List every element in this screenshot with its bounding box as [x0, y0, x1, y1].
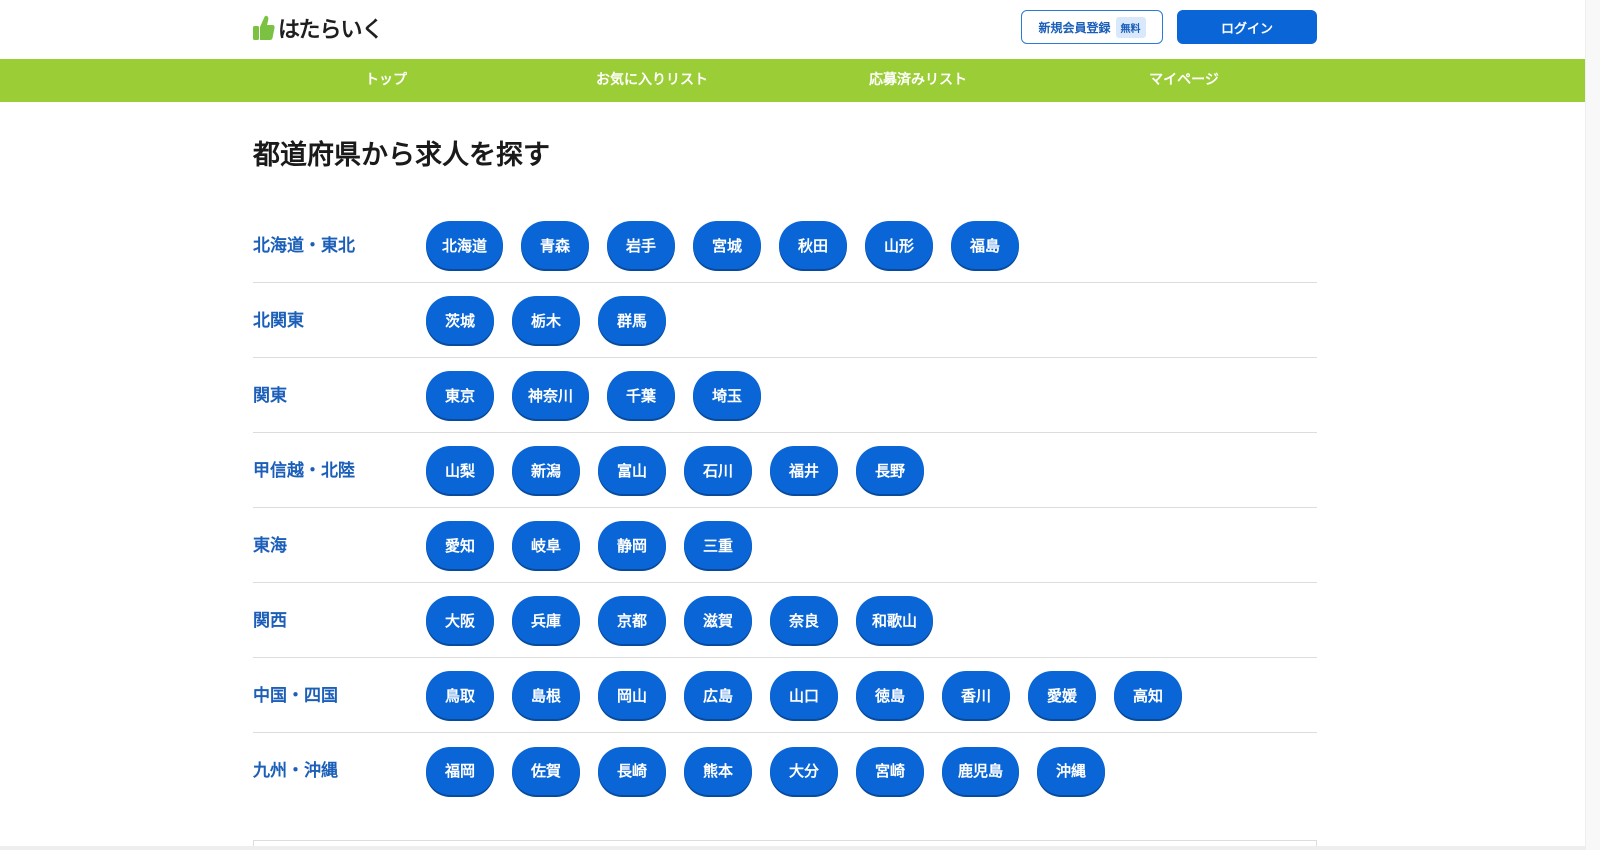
nav-item[interactable]: 応募済みリスト [785, 59, 1051, 102]
prefecture-list: 愛知 岐阜 静岡 三重 [426, 521, 752, 569]
prefecture-button[interactable]: 山形 [865, 221, 934, 269]
nav-item[interactable]: お気に入りリスト [519, 59, 785, 102]
region-row: 東海 愛知 岐阜 静岡 三重 [253, 508, 1317, 583]
nav-item[interactable]: マイページ [1051, 59, 1317, 102]
prefecture-button[interactable]: 宮城 [693, 221, 762, 269]
prefecture-button[interactable]: 群馬 [598, 296, 666, 344]
region-row: 北海道・東北 北海道 青森 岩手 宮城 秋田 山形 福島 [253, 208, 1317, 283]
prefecture-button[interactable]: 京都 [598, 596, 666, 644]
prefecture-button[interactable]: 茨城 [426, 296, 494, 344]
region-label: 九州・沖縄 [253, 761, 338, 781]
login-button[interactable]: ログイン [1177, 10, 1317, 44]
prefecture-button[interactable]: 大分 [770, 746, 838, 795]
site-header: はたらいく 新規会員登録 無料 ログイン [0, 0, 1600, 59]
header-actions: 新規会員登録 無料 ログイン [1021, 10, 1317, 44]
prefecture-button[interactable]: 埼玉 [693, 371, 762, 419]
region-row: 関西 大阪 兵庫 京都 滋賀 奈良 和歌山 [253, 583, 1317, 658]
prefecture-button[interactable]: 香川 [942, 671, 1010, 719]
prefecture-button[interactable]: 長崎 [598, 746, 666, 795]
region-label: 北海道・東北 [253, 235, 355, 256]
logo-text: はたらいく [278, 18, 384, 43]
prefecture-button[interactable]: 三重 [684, 521, 752, 569]
prefecture-button[interactable]: 神奈川 [512, 371, 590, 419]
region-list: 北海道・東北 北海道 青森 岩手 宮城 秋田 山形 福島北関東 茨城 栃木 群馬関東 東京 神奈川 千葉埼… [253, 208, 1317, 808]
site-logo[interactable]: はたらいく [253, 12, 384, 44]
vertical-scrollbar[interactable] [1585, 0, 1600, 850]
prefecture-button[interactable]: 栃木 [512, 296, 580, 344]
prefecture-list: 東京 神奈川 千葉 埼玉 [426, 371, 762, 419]
region-label: 関西 [253, 610, 287, 631]
prefecture-button[interactable]: 青森 [521, 221, 590, 269]
prefecture-button[interactable]: 石川 [684, 446, 752, 494]
prefecture-button[interactable]: 鳥取 [426, 671, 494, 719]
prefecture-button[interactable]: 福井 [770, 446, 838, 494]
prefecture-button[interactable]: 鹿児島 [942, 746, 1020, 795]
page-title: 都道府県から求人を探す [253, 140, 550, 171]
prefecture-button[interactable]: 滋賀 [684, 596, 752, 644]
nav-items: トップ お気に入りリスト 応募済みリスト マイページ [253, 59, 1317, 102]
prefecture-list: 鳥取 島根 岡山 広島 山口 徳島 香川 愛媛 高知 [426, 671, 1182, 719]
prefecture-button[interactable]: 熊本 [684, 746, 752, 795]
prefecture-button[interactable]: 山口 [770, 671, 838, 719]
prefecture-button[interactable]: 新潟 [512, 446, 580, 494]
region-row: 北関東 茨城 栃木 群馬 [253, 283, 1317, 358]
prefecture-button[interactable]: 千葉 [607, 371, 676, 419]
region-row: 中国・四国 鳥取 島根 岡山 広島 山口 徳島 香川 愛媛 高知 [253, 658, 1317, 733]
global-nav: トップ お気に入りリスト 応募済みリスト マイページ [0, 59, 1600, 102]
prefecture-button[interactable]: 静岡 [598, 521, 666, 569]
prefecture-button[interactable]: 福島 [951, 221, 1020, 269]
prefecture-list: 大阪 兵庫 京都 滋賀 奈良 和歌山 [426, 596, 934, 644]
prefecture-list: 北海道 青森 岩手 宮城 秋田 山形 福島 [426, 221, 1020, 269]
prefecture-button[interactable]: 岡山 [598, 671, 666, 719]
region-label: 中国・四国 [253, 685, 338, 706]
prefecture-button[interactable]: 東京 [426, 371, 494, 419]
prefecture-list: 山梨 新潟 富山 石川 福井 長野 [426, 446, 924, 494]
prefecture-button[interactable]: 富山 [598, 446, 666, 494]
prefecture-button[interactable]: 宮崎 [856, 746, 924, 795]
free-badge: 無料 [1115, 16, 1146, 38]
prefecture-button[interactable]: 大阪 [426, 596, 494, 644]
region-label: 東海 [253, 535, 287, 556]
prefecture-button[interactable]: 佐賀 [512, 746, 580, 795]
prefecture-button[interactable]: 愛知 [426, 521, 494, 569]
prefecture-button[interactable]: 高知 [1114, 671, 1182, 719]
nav-item[interactable]: トップ [253, 59, 519, 102]
prefecture-button[interactable]: 沖縄 [1037, 746, 1106, 795]
prefecture-button[interactable]: 北海道 [426, 221, 504, 269]
prefecture-button[interactable]: 岩手 [607, 221, 676, 269]
region-label: 関東 [253, 385, 287, 406]
prefecture-button[interactable]: 山梨 [426, 446, 494, 494]
prefecture-button[interactable]: 島根 [512, 671, 580, 719]
horizontal-scrollbar[interactable] [0, 846, 1600, 850]
prefecture-button[interactable]: 秋田 [779, 221, 848, 269]
prefecture-button[interactable]: 愛媛 [1028, 671, 1096, 719]
prefecture-button[interactable]: 奈良 [770, 596, 838, 644]
region-row: 九州・沖縄 福岡 佐賀 長崎 熊本 大分 宮崎 鹿児島 沖縄 [253, 733, 1317, 808]
prefecture-button[interactable]: 徳島 [856, 671, 924, 719]
region-row: 甲信越・北陸 山梨 新潟 富山 石川 福井 長野 [253, 433, 1317, 508]
region-label: 北関東 [253, 310, 304, 331]
region-row: 関東 東京 神奈川 千葉 埼玉 [253, 358, 1317, 433]
prefecture-list: 茨城 栃木 群馬 [426, 296, 666, 344]
prefecture-button[interactable]: 長野 [856, 446, 924, 494]
prefecture-button[interactable]: 岐阜 [512, 521, 580, 569]
prefecture-list: 福岡 佐賀 長崎 熊本 大分 宮崎 鹿児島 沖縄 [426, 746, 1106, 795]
prefecture-button[interactable]: 広島 [684, 671, 752, 719]
register-button[interactable]: 新規会員登録 無料 [1021, 10, 1163, 44]
thumbs-up-icon [253, 15, 275, 41]
prefecture-button[interactable]: 和歌山 [856, 596, 934, 644]
region-label: 甲信越・北陸 [253, 460, 355, 481]
prefecture-button[interactable]: 兵庫 [512, 596, 580, 644]
register-label: 新規会員登録 [1038, 20, 1111, 35]
main-content: 都道府県から求人を探す 北海道・東北 北海道 青森 岩手 宮城 秋田 山形 福島北関東 茨城 栃木… [253, 102, 1317, 808]
prefecture-button[interactable]: 福岡 [426, 746, 494, 795]
